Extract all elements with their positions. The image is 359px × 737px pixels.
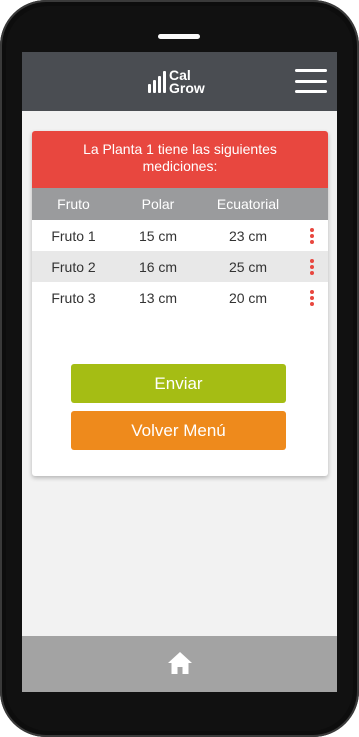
phone-frame: Cal Grow La Planta 1 tiene las siguiente… xyxy=(0,0,359,737)
cell-polar: 15 cm xyxy=(138,227,178,244)
card-title: La Planta 1 tiene las siguientes medicio… xyxy=(32,131,328,188)
table-row: Fruto 2 16 cm 25 cm xyxy=(32,251,328,282)
kebab-menu-icon[interactable] xyxy=(309,227,314,244)
cell-polar: 16 cm xyxy=(138,258,178,275)
top-bar: Cal Grow xyxy=(22,52,337,111)
hamburger-menu-icon[interactable] xyxy=(295,69,327,93)
cell-fruto: Fruto 1 xyxy=(51,227,96,244)
kebab-menu-icon[interactable] xyxy=(309,258,314,275)
bottom-nav-bar xyxy=(22,636,337,692)
send-button[interactable]: Enviar xyxy=(71,364,286,403)
cell-fruto: Fruto 3 xyxy=(51,289,96,306)
logo-bars-icon xyxy=(148,71,166,93)
app-screen: Cal Grow La Planta 1 tiene las siguiente… xyxy=(22,52,337,692)
logo-line-2: Grow xyxy=(169,80,205,96)
measurements-card: La Planta 1 tiene las siguientes medicio… xyxy=(32,131,328,476)
column-header-fruto: Fruto xyxy=(57,196,90,212)
cell-ecuatorial: 23 cm xyxy=(228,227,268,244)
cell-ecuatorial: 25 cm xyxy=(228,258,268,275)
table-row: Fruto 1 15 cm 23 cm xyxy=(32,220,328,251)
phone-speaker xyxy=(158,34,200,39)
kebab-menu-icon[interactable] xyxy=(309,289,314,306)
home-icon[interactable] xyxy=(167,650,193,676)
calgrow-logo: Cal Grow xyxy=(148,66,205,98)
cell-fruto: Fruto 2 xyxy=(51,258,96,275)
logo-text: Cal Grow xyxy=(169,68,205,96)
cell-polar: 13 cm xyxy=(138,289,178,306)
table-header: Fruto Polar Ecuatorial xyxy=(32,188,328,220)
column-header-ecuatorial: Ecuatorial xyxy=(216,196,280,212)
table-row: Fruto 3 13 cm 20 cm xyxy=(32,282,328,313)
cell-ecuatorial: 20 cm xyxy=(228,289,268,306)
back-to-menu-button[interactable]: Volver Menú xyxy=(71,411,286,450)
column-header-polar: Polar xyxy=(141,196,175,212)
